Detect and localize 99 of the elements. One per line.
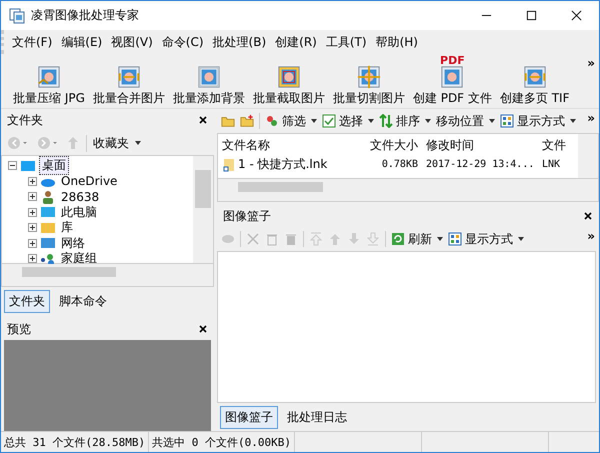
close-icon[interactable]	[571, 10, 582, 21]
close-icon[interactable]	[583, 211, 593, 221]
panel-tab[interactable]: 脚本命令	[54, 290, 112, 312]
overflow-chevron[interactable]: »	[587, 229, 595, 243]
refresh-icon	[391, 232, 405, 246]
caret-icon	[368, 119, 374, 123]
menu-item[interactable]: 帮助(H)	[376, 34, 418, 50]
sort-icon	[379, 114, 393, 128]
tree-item[interactable]: 网络	[59, 234, 87, 252]
menu-item[interactable]: 编辑(E)	[61, 34, 102, 50]
picture-frame-icon	[356, 65, 381, 89]
modified-time-cell-text: 2017-12-29 13:4...	[425, 159, 536, 170]
picture-frame-icon	[196, 65, 221, 89]
favorites-dropdown[interactable]: 收藏夹	[86, 134, 141, 152]
maximize-icon[interactable]	[526, 10, 537, 21]
toolbar-button[interactable]: 批量压缩 JPG	[11, 55, 87, 107]
select-icon	[322, 114, 336, 128]
window-title: 凌霄图像批处理专家	[31, 7, 139, 24]
column-header[interactable]: 文件	[540, 137, 578, 154]
expand-icon[interactable]	[28, 223, 37, 232]
menu-item[interactable]: 工具(T)	[326, 34, 367, 50]
caret-icon	[425, 119, 431, 123]
view-icon	[500, 114, 514, 128]
status-text: 共选中 0 个文件(0.00KB)	[149, 432, 295, 452]
status-text: 总共 31 个文件(28.58MB)	[1, 432, 150, 452]
expand-icon[interactable]	[28, 192, 37, 202]
back-icon[interactable]	[6, 136, 30, 150]
panel-title: 图像篮子	[223, 208, 271, 224]
picture-frame-icon	[276, 65, 301, 89]
caret-icon	[437, 237, 443, 241]
overflow-chevron[interactable]: »	[587, 56, 595, 70]
close-icon[interactable]	[198, 115, 208, 125]
overflow-chevron[interactable]: »	[587, 111, 595, 125]
panel-title: 预览	[7, 320, 31, 338]
delete-icon[interactable]	[246, 232, 260, 246]
file-name-cell: 1 - 快捷方式.lnk	[238, 156, 328, 173]
expand-icon[interactable]	[28, 254, 37, 264]
menu-item[interactable]: 文件(F)	[12, 34, 52, 50]
toolbar-dropdown[interactable]: 选择	[322, 112, 374, 130]
expand-icon[interactable]	[28, 208, 37, 217]
column-header[interactable]: 文件大小	[350, 137, 422, 154]
panel-tab[interactable]: 批处理日志	[282, 406, 352, 428]
tree-item[interactable]: 家庭组	[59, 250, 99, 268]
picture-frame-icon	[36, 65, 61, 89]
scrollbar-thumb[interactable]	[238, 182, 323, 192]
tree-item[interactable]: 桌面	[39, 156, 69, 176]
picture-frame-icon	[116, 65, 141, 89]
expand-icon[interactable]	[28, 176, 37, 186]
picture-frame-icon	[522, 65, 547, 89]
trash-icon[interactable]	[284, 232, 298, 246]
shortcut-icon	[222, 158, 236, 172]
menu-item[interactable]: 视图(V)	[111, 34, 153, 50]
menu-item[interactable]: 创建(R)	[275, 34, 317, 50]
toolbar-dropdown[interactable]: 移动位置	[436, 112, 495, 130]
tree-item[interactable]: 28638	[59, 190, 102, 204]
toolbar-dropdown[interactable]: 排序	[379, 112, 431, 130]
column-header[interactable]: 文件名称	[218, 137, 350, 154]
caret-icon	[518, 237, 524, 241]
trash-icon[interactable]	[265, 232, 279, 246]
app-icon	[9, 8, 25, 24]
filter-icon	[265, 114, 279, 128]
toolbar-button[interactable]: 批量截取图片	[250, 55, 327, 107]
view-icon	[448, 232, 462, 246]
caret-icon	[134, 141, 141, 146]
scrollbar[interactable]	[578, 134, 598, 178]
toolbar-button[interactable]: 批量切割图片	[330, 55, 407, 107]
user-icon	[40, 190, 56, 204]
toolbar-button[interactable]: PDF 创建 PDF 文件	[410, 55, 494, 107]
menu-item[interactable]: 命令(C)	[162, 34, 204, 50]
panel-title: 文件夹	[7, 112, 43, 128]
toolbar-dropdown[interactable]: 显示方式	[448, 230, 524, 248]
collapse-icon[interactable]	[8, 161, 17, 170]
new-folder-icon[interactable]	[240, 114, 254, 128]
caret-icon	[489, 119, 495, 123]
toolbar-dropdown[interactable]: 筛选	[265, 112, 317, 130]
scrollbar-thumb[interactable]	[22, 267, 116, 277]
toolbar-dropdown[interactable]: 显示方式	[500, 112, 576, 130]
folder-icon[interactable]	[221, 114, 235, 128]
toolbar-button[interactable]: 批量合并图片	[90, 55, 167, 107]
tree-item[interactable]: 此电脑	[59, 204, 99, 221]
tree-item[interactable]: 库	[59, 219, 75, 236]
caret-icon	[311, 119, 317, 123]
toolbar-button[interactable]: 创建多页 TIF	[498, 55, 572, 107]
column-header[interactable]: 修改时间	[422, 137, 540, 154]
toolbar-button[interactable]: 批量添加背景	[170, 55, 247, 107]
panel-tab[interactable]: 文件夹	[4, 290, 50, 312]
caret-icon	[570, 119, 576, 123]
picture-frame-icon	[440, 65, 464, 89]
file-size-cell-text: 0.78KB	[380, 159, 419, 170]
file-type-cell-text: LNK	[541, 159, 562, 170]
tree-item[interactable]: OneDrive	[59, 174, 120, 188]
toolbar-dropdown[interactable]: 刷新	[391, 230, 443, 248]
forward-icon[interactable]	[36, 136, 60, 150]
scrollbar-thumb[interactable]	[195, 170, 211, 208]
panel-tab[interactable]: 图像篮子	[220, 406, 278, 428]
menu-item[interactable]: 批处理(B)	[212, 34, 266, 50]
expand-icon[interactable]	[28, 238, 37, 248]
close-icon[interactable]	[198, 324, 208, 334]
monitor-icon	[20, 158, 36, 173]
